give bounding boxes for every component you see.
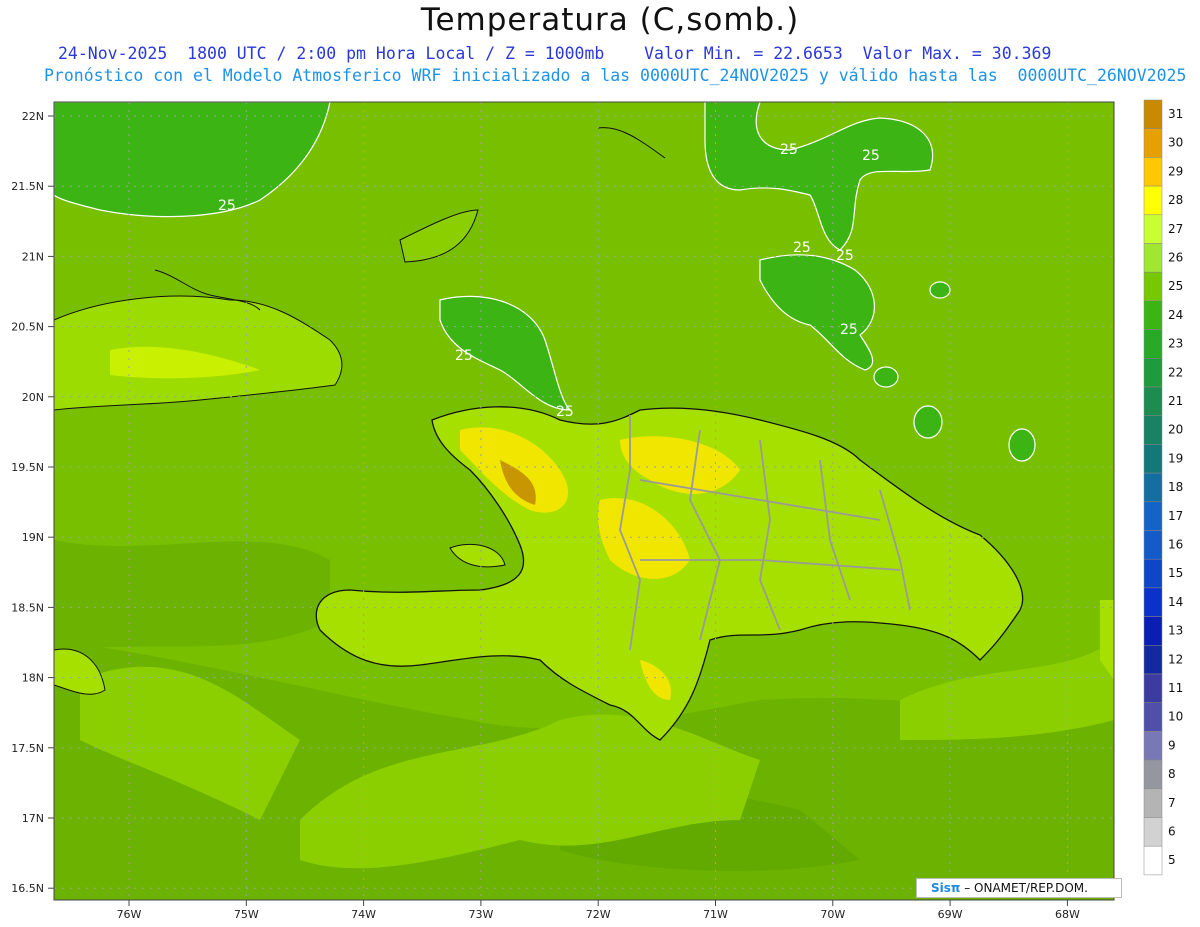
colorbar-swatch xyxy=(1143,731,1163,761)
cool-spot xyxy=(1008,428,1036,462)
colorbar-label: 18 xyxy=(1168,480,1183,494)
lon-tick-label: 72W xyxy=(586,908,611,921)
colorbar-label: 5 xyxy=(1168,853,1176,867)
colorbar-label: 16 xyxy=(1168,538,1183,552)
credit-box: Sisπ – ONAMET/REP.DOM. xyxy=(916,878,1122,898)
contour-label: 25 xyxy=(840,322,858,338)
cool-spot xyxy=(873,366,899,388)
colorbar-label: 11 xyxy=(1168,681,1183,695)
lat-tick-label: 18.5N xyxy=(11,601,44,614)
colorbar-label: 10 xyxy=(1168,710,1183,724)
colorbar-swatch xyxy=(1143,673,1163,703)
lat-tick-label: 22N xyxy=(22,110,44,123)
contour-label: 25 xyxy=(836,248,854,264)
colorbar-swatch xyxy=(1143,415,1163,445)
lon-tick-label: 70W xyxy=(820,908,845,921)
colorbar-label: 14 xyxy=(1168,595,1183,609)
colorbar-label: 17 xyxy=(1168,509,1183,523)
colorbar-label: 12 xyxy=(1168,652,1183,666)
cool-spot xyxy=(913,405,943,439)
colorbar-label: 13 xyxy=(1168,624,1183,638)
colorbar-swatch xyxy=(1143,300,1163,330)
contour-label: 25 xyxy=(556,404,574,420)
colorbar-label: 31 xyxy=(1168,107,1183,121)
colorbar-label: 9 xyxy=(1168,738,1176,752)
colorbar-label: 29 xyxy=(1168,164,1183,178)
lon-tick-label: 74W xyxy=(351,908,376,921)
colorbar-label: 8 xyxy=(1168,767,1176,781)
colorbar-label: 22 xyxy=(1168,365,1183,379)
lon-tick-label: 68W xyxy=(1055,908,1080,921)
colorbar-label: 15 xyxy=(1168,566,1183,580)
lon-tick-label: 69W xyxy=(938,908,963,921)
colorbar-swatch xyxy=(1143,157,1163,187)
colorbar-label: 25 xyxy=(1168,279,1183,293)
contour-label: 25 xyxy=(793,240,811,256)
colorbar: 31 30 29 28 27 26 25 24 23 22 21 20 19 18 17 16 15 14 13 12… xyxy=(1143,99,1183,876)
colorbar-swatch xyxy=(1143,645,1163,675)
colorbar-swatch xyxy=(1143,472,1163,503)
lat-tick-label: 21N xyxy=(22,250,44,263)
cool-spot xyxy=(929,281,951,299)
colorbar-swatch xyxy=(1143,845,1163,876)
colorbar-label: 27 xyxy=(1168,222,1183,236)
colorbar-label: 7 xyxy=(1168,796,1176,810)
contour-label: 25 xyxy=(780,142,798,158)
ocean-west-band xyxy=(54,540,330,650)
colorbar-swatch xyxy=(1143,386,1163,416)
colorbar-swatch xyxy=(1143,444,1163,474)
lon-tick-label: 75W xyxy=(234,908,259,921)
lat-tick-label: 16.5N xyxy=(11,882,44,895)
lat-tick-label: 20.5N xyxy=(11,321,44,334)
contour-label: 25 xyxy=(455,348,473,364)
colorbar-label: 20 xyxy=(1168,423,1183,437)
lat-tick-label: 19.5N xyxy=(11,461,44,474)
colorbar-label: 21 xyxy=(1168,394,1183,408)
lat-tick-label: 19N xyxy=(22,531,44,544)
colorbar-label: 23 xyxy=(1168,337,1183,351)
colorbar-label: 30 xyxy=(1168,136,1183,150)
colorbar-label: 26 xyxy=(1168,251,1183,265)
lat-tick-label: 18N xyxy=(22,672,44,685)
lon-tick-label: 71W xyxy=(703,908,728,921)
colorbar-label: 19 xyxy=(1168,451,1183,465)
lon-tick-label: 76W xyxy=(117,908,142,921)
colorbar-swatch xyxy=(1143,99,1163,129)
lat-tick-label: 21.5N xyxy=(11,180,44,193)
colorbar-swatch xyxy=(1143,501,1163,531)
colorbar-label: 24 xyxy=(1168,308,1183,322)
colorbar-swatch xyxy=(1143,702,1163,732)
colorbar-swatch xyxy=(1143,530,1163,560)
lat-tick-label: 17N xyxy=(22,812,44,825)
colorbar-swatch xyxy=(1143,558,1163,589)
longitude-axis: 76W 75W 74W 73W 72W 71W 70W 69W 68W xyxy=(117,900,1080,921)
colorbar-swatch xyxy=(1143,587,1163,617)
colorbar-swatch xyxy=(1143,788,1163,818)
colorbar-swatch xyxy=(1143,271,1163,302)
colorbar-swatch xyxy=(1143,358,1163,388)
colorbar-swatch xyxy=(1143,817,1163,847)
colorbar-swatch xyxy=(1143,185,1163,216)
colorbar-swatch xyxy=(1143,214,1163,244)
colorbar-swatch xyxy=(1143,759,1163,790)
lon-tick-label: 73W xyxy=(468,908,493,921)
credit-brand: Sisπ xyxy=(931,881,961,895)
contour-label: 25 xyxy=(218,198,236,214)
lat-tick-label: 20N xyxy=(22,391,44,404)
latitude-axis: 22N 21.5N 21N 20.5N 20N 19.5N 19N 18.5N 18N 17.5N… xyxy=(11,110,54,895)
colorbar-swatch xyxy=(1143,329,1163,359)
colorbar-swatch xyxy=(1143,128,1163,158)
colorbar-swatch xyxy=(1143,243,1163,273)
colorbar-swatch xyxy=(1143,616,1163,646)
colorbar-label: 28 xyxy=(1168,193,1183,207)
contour-label: 25 xyxy=(862,148,880,164)
credit-org: – ONAMET/REP.DOM. xyxy=(964,881,1088,895)
lat-tick-label: 17.5N xyxy=(11,742,44,755)
colorbar-label: 6 xyxy=(1168,825,1176,839)
temperature-map: 25 25 25 25 25 25 25 25 22N 21.5N 21N 20.5N… xyxy=(11,99,1183,921)
